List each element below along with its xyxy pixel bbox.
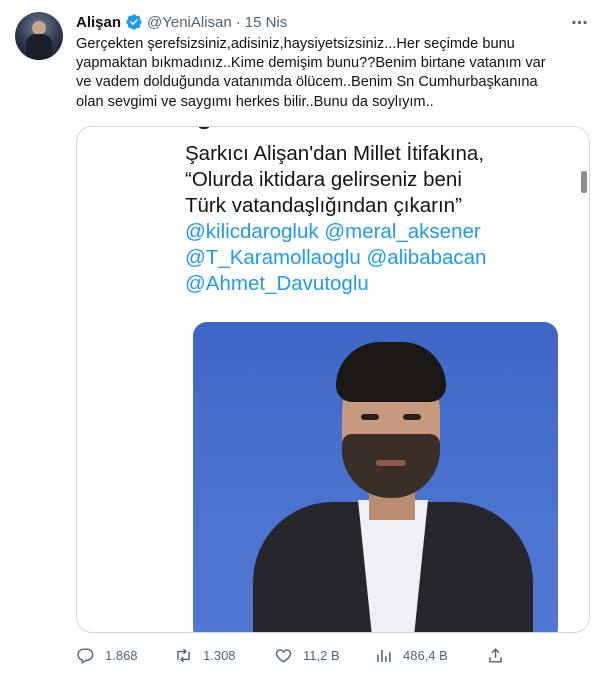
user-handle[interactable]: @YeniAlisan bbox=[147, 14, 232, 31]
tweet-text-line: ve vadem dolduğunda vatanımda ölücem..Be… bbox=[76, 74, 538, 91]
share-button[interactable] bbox=[486, 642, 515, 668]
headline-line: Türk vatandaşlığından çıkarın” bbox=[185, 194, 462, 217]
reply-icon bbox=[77, 647, 94, 664]
retweet-icon bbox=[177, 648, 190, 662]
retweet-count: 1.308 bbox=[203, 647, 236, 663]
portrait-eye bbox=[403, 414, 421, 420]
mention-line: @kilicdarogluk @meral_aksener bbox=[185, 220, 481, 243]
like-count: 11,2 B bbox=[303, 647, 340, 663]
tweet-text: Gerçekten şerefsizsiniz,adisiniz,haysiye… bbox=[76, 35, 588, 112]
separator-dot: · bbox=[235, 13, 241, 31]
tweet[interactable]: Alişan @YeniAlisan · 15 Nis Gerçekten şe… bbox=[0, 0, 600, 676]
headline-line: “Olurda iktidara gelirseniz beni bbox=[185, 168, 462, 191]
tweet-text-line: olan sevgimi ve saygımı herkes bilir..Bu… bbox=[76, 93, 434, 110]
reply-button[interactable]: 1.868 bbox=[76, 642, 138, 668]
image-scrollbar bbox=[581, 171, 587, 193]
avatar-head bbox=[32, 21, 46, 35]
portrait-mouth bbox=[376, 460, 406, 466]
tweet-header: Alişan @YeniAlisan · 15 Nis bbox=[76, 11, 287, 33]
tweet-text-line: yapmaktan bıkmadınız..Kime demişim bunu?… bbox=[76, 55, 546, 72]
views-button[interactable]: 486,4 B bbox=[374, 642, 448, 668]
media-image[interactable]: Şarkıcı Alişan'dan Millet İtifakına, “Ol… bbox=[76, 126, 590, 633]
portrait-hair bbox=[336, 342, 446, 402]
portrait-eye bbox=[361, 414, 379, 420]
portrait-beard bbox=[342, 434, 440, 498]
avatar-body bbox=[26, 34, 52, 60]
tweet-text-line: Gerçekten şerefsizsiniz,adisiniz,haysiye… bbox=[76, 36, 515, 52]
action-bar: 1.868 1.308 11,2 B 486,4 B bbox=[76, 642, 588, 668]
like-button[interactable]: 11,2 B bbox=[274, 642, 340, 668]
share-icon bbox=[489, 647, 502, 663]
avatar[interactable] bbox=[15, 12, 63, 60]
reply-count: 1.868 bbox=[105, 647, 138, 663]
news-text: Şarkıcı Alişan'dan Millet İtifakına, “Ol… bbox=[185, 141, 486, 297]
views-chart-icon bbox=[377, 649, 391, 662]
mention-line: @Ahmet_Davutoglu bbox=[185, 272, 369, 295]
mention-line: @T_Karamollaoglu @alibabacan bbox=[185, 246, 487, 269]
heart-icon bbox=[275, 648, 292, 663]
portrait-photo bbox=[193, 322, 558, 632]
more-dots-icon[interactable] bbox=[568, 12, 590, 32]
headline-line: Şarkıcı Alişan'dan Millet İtifakına, bbox=[185, 142, 485, 165]
views-count: 486,4 B bbox=[403, 647, 448, 663]
display-name[interactable]: Alişan bbox=[76, 14, 121, 31]
cropped-mark bbox=[197, 127, 211, 129]
tweet-date[interactable]: 15 Nis bbox=[245, 14, 288, 31]
verified-badge-icon bbox=[125, 13, 143, 31]
retweet-button[interactable]: 1.308 bbox=[174, 642, 236, 668]
